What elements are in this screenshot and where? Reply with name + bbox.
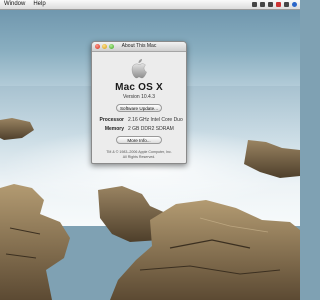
spotlight-icon[interactable] <box>292 2 297 7</box>
volume-icon[interactable] <box>268 2 273 7</box>
bluetooth-icon[interactable] <box>260 2 265 7</box>
memory-row: Memory 2 GB DDR2 SDRAM <box>92 126 186 132</box>
os-name: Mac OS X <box>115 82 163 93</box>
copyright-line-2: All Rights Reserved. <box>122 155 156 159</box>
processor-value: 2.16 GHz Intel Core Duo <box>128 117 183 123</box>
processor-row: Processor 2.16 GHz Intel Core Duo <box>92 117 186 123</box>
software-update-button[interactable]: Software Update... <box>116 104 162 112</box>
close-button[interactable] <box>95 44 100 49</box>
minimize-button[interactable] <box>102 44 107 49</box>
window-controls <box>95 44 114 49</box>
processor-label: Processor <box>99 117 124 123</box>
rock-foreground-left <box>0 184 70 300</box>
more-info-button[interactable]: More Info... <box>116 136 162 144</box>
window-title: About This Mac <box>121 43 157 49</box>
apple-logo-icon <box>131 59 147 79</box>
zoom-button[interactable] <box>109 44 114 49</box>
menu-help[interactable]: Help <box>29 0 49 9</box>
rock-right-distant <box>244 140 300 178</box>
rock-left-small <box>0 118 34 140</box>
sync-icon[interactable] <box>252 2 257 7</box>
memory-label: Memory <box>104 126 124 132</box>
menu-extras <box>252 2 300 7</box>
menu-bar: Window Help <box>0 0 300 10</box>
menu-window[interactable]: Window <box>0 0 29 9</box>
copyright-notice: TM & © 1983–2006 Apple Computer, Inc. Al… <box>92 150 186 160</box>
about-this-mac-window: About This Mac Mac OS X Version 10.4.3 S… <box>91 41 187 164</box>
clock-icon[interactable] <box>284 2 289 7</box>
memory-value: 2 GB DDR2 SDRAM <box>128 126 174 132</box>
battery-icon[interactable] <box>276 2 281 7</box>
os-version: Version 10.4.3 <box>123 94 155 100</box>
window-titlebar[interactable]: About This Mac <box>92 42 186 52</box>
